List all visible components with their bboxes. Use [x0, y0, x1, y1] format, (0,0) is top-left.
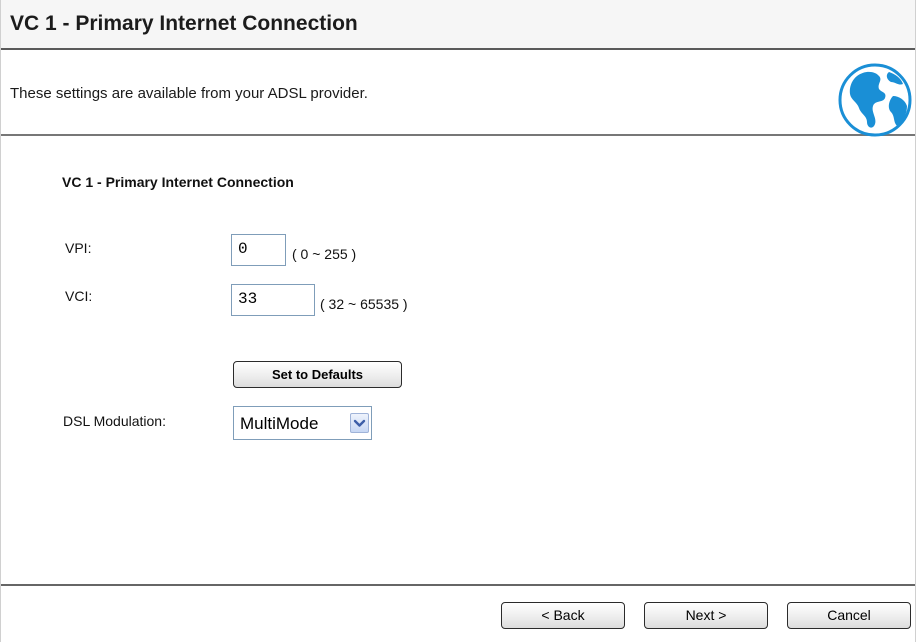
- vpi-range-hint: ( 0 ~ 255 ): [292, 246, 357, 262]
- cancel-button[interactable]: Cancel: [787, 602, 911, 629]
- footer-divider: [1, 584, 915, 586]
- dsl-modulation-value: MultiMode: [240, 414, 319, 433]
- next-button[interactable]: Next >: [644, 602, 768, 629]
- dsl-modulation-select[interactable]: MultiMode: [233, 406, 372, 440]
- vpi-label: VPI:: [65, 240, 92, 256]
- vci-label: VCI:: [65, 288, 93, 304]
- vpi-input[interactable]: 0: [231, 234, 286, 266]
- title-bar: VC 1 - Primary Internet Connection: [1, 0, 915, 50]
- section-heading: VC 1 - Primary Internet Connection: [62, 174, 294, 190]
- back-button[interactable]: < Back: [501, 602, 625, 629]
- dsl-modulation-label: DSL Modulation:: [63, 413, 166, 429]
- description-bar: These settings are available from your A…: [1, 50, 915, 137]
- chevron-down-icon[interactable]: [350, 413, 369, 433]
- set-defaults-button[interactable]: Set to Defaults: [233, 361, 402, 388]
- vci-range-hint: ( 32 ~ 65535 ): [320, 296, 408, 312]
- page-description: These settings are available from your A…: [10, 85, 368, 102]
- wizard-window: VC 1 - Primary Internet Connection These…: [0, 0, 916, 642]
- globe-icon: [838, 63, 912, 137]
- vci-input[interactable]: 33: [231, 284, 315, 316]
- page-title: VC 1 - Primary Internet Connection: [10, 12, 358, 35]
